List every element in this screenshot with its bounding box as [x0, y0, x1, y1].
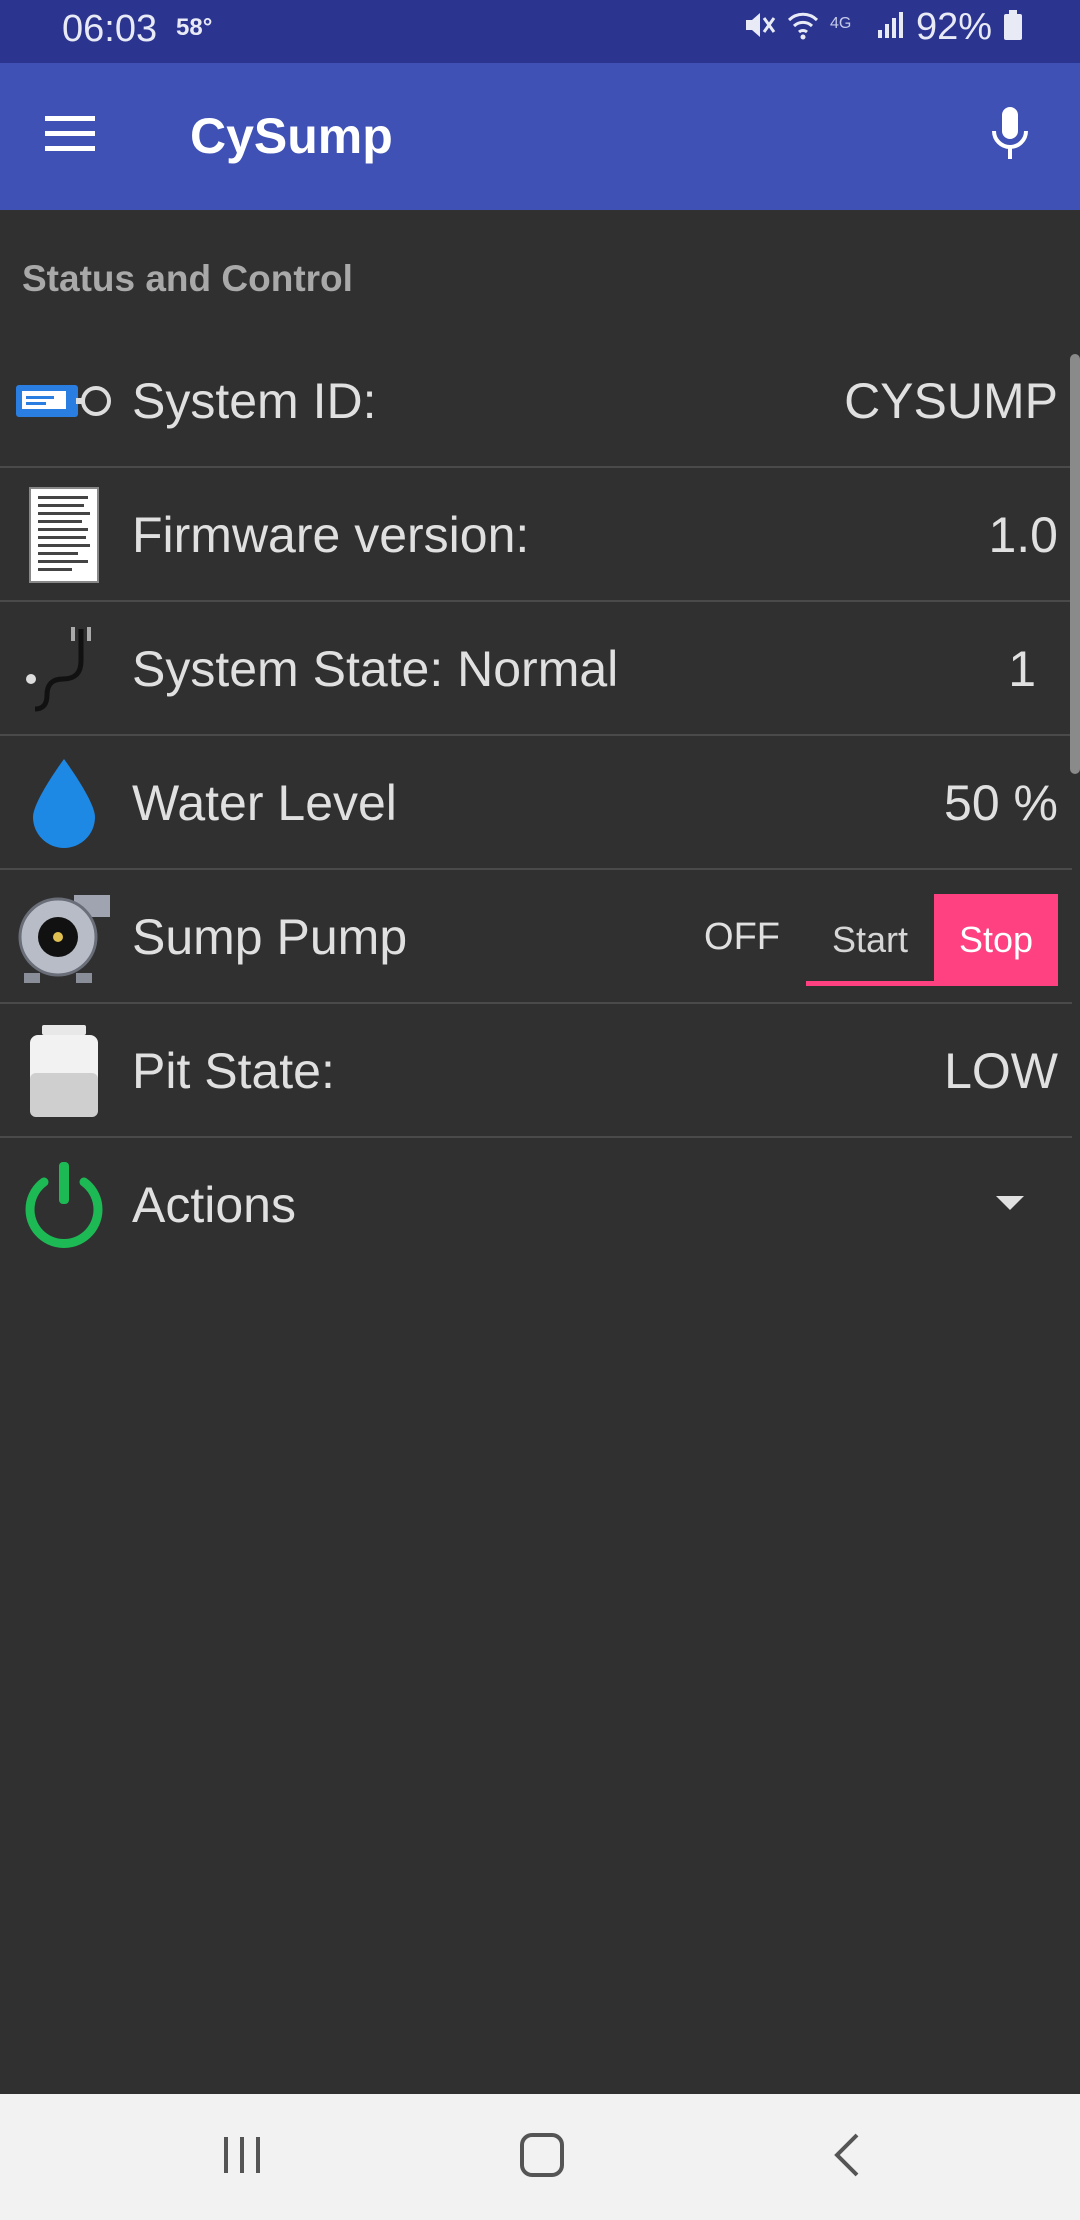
app-bar: CySump: [0, 63, 1080, 210]
document-icon: [14, 485, 114, 585]
wifi-icon: [786, 8, 820, 47]
back-button[interactable]: [776, 2094, 916, 2220]
main-content: Status and Control System ID: CYSUMP Fir…: [0, 210, 1080, 2094]
home-icon: [519, 2132, 565, 2183]
water-drop-icon: [14, 753, 114, 853]
svg-text:4G: 4G: [830, 15, 851, 32]
signal-icon: [876, 8, 906, 47]
water-level-label: Water Level: [132, 775, 397, 831]
row-firmware: Firmware version: 1.0: [0, 468, 1072, 602]
id-card-icon: [14, 351, 114, 451]
pump-stop-button[interactable]: Stop: [934, 894, 1058, 986]
water-level-value: 50 %: [944, 775, 1058, 831]
firmware-label: Firmware version:: [132, 507, 530, 563]
pump-icon: [14, 887, 114, 987]
row-pit-state: Pit State: LOW: [0, 1004, 1072, 1138]
pit-state-value: LOW: [944, 1043, 1058, 1099]
hamburger-menu-icon: [43, 114, 97, 159]
microphone-icon: [988, 105, 1032, 168]
row-sump-pump: Sump Pump OFF Start Stop: [0, 870, 1072, 1004]
home-button[interactable]: [472, 2094, 612, 2220]
power-icon: [14, 1155, 114, 1255]
recent-apps-button[interactable]: [172, 2094, 312, 2220]
firmware-value: 1.0: [988, 507, 1058, 563]
row-actions[interactable]: Actions: [0, 1138, 1072, 1272]
dropdown-arrow-icon[interactable]: [996, 1196, 1024, 1210]
mute-icon: [742, 8, 776, 47]
system-state-label: System State: Normal: [132, 641, 619, 697]
system-state-value: 1: [1008, 641, 1036, 697]
jar-icon: [14, 1021, 114, 1121]
back-icon: [831, 2132, 861, 2183]
row-system-state: System State: Normal 1: [0, 602, 1072, 736]
stethoscope-icon: [14, 619, 114, 719]
pit-state-label: Pit State:: [132, 1043, 335, 1099]
battery-percent: 92%: [915, 6, 992, 48]
row-water-level: Water Level 50 %: [0, 736, 1072, 870]
pump-state-value: OFF: [704, 916, 780, 958]
recent-apps-icon: [220, 2135, 264, 2180]
voice-input-button[interactable]: [960, 63, 1060, 210]
battery-icon: [1002, 8, 1024, 47]
system-id-value: CYSUMP: [844, 373, 1058, 429]
status-bar: 06:03 58° 4G 92%: [0, 0, 1080, 63]
navigation-bar: [0, 2094, 1080, 2220]
pump-start-button[interactable]: Start: [806, 894, 934, 986]
status-temperature: 58°: [176, 14, 213, 41]
menu-button[interactable]: [20, 63, 120, 210]
section-title: Status and Control: [22, 258, 353, 299]
row-system-id: System ID: CYSUMP: [0, 334, 1072, 468]
sump-pump-label: Sump Pump: [132, 909, 408, 965]
app-title: CySump: [190, 108, 393, 164]
system-id-label: System ID:: [132, 373, 377, 429]
status-icons: 4G 92%: [742, 6, 1024, 49]
4g-icon: 4G: [830, 8, 866, 47]
actions-label: Actions: [132, 1177, 296, 1233]
status-time: 06:03: [62, 8, 158, 50]
scrollbar[interactable]: [1070, 354, 1080, 774]
